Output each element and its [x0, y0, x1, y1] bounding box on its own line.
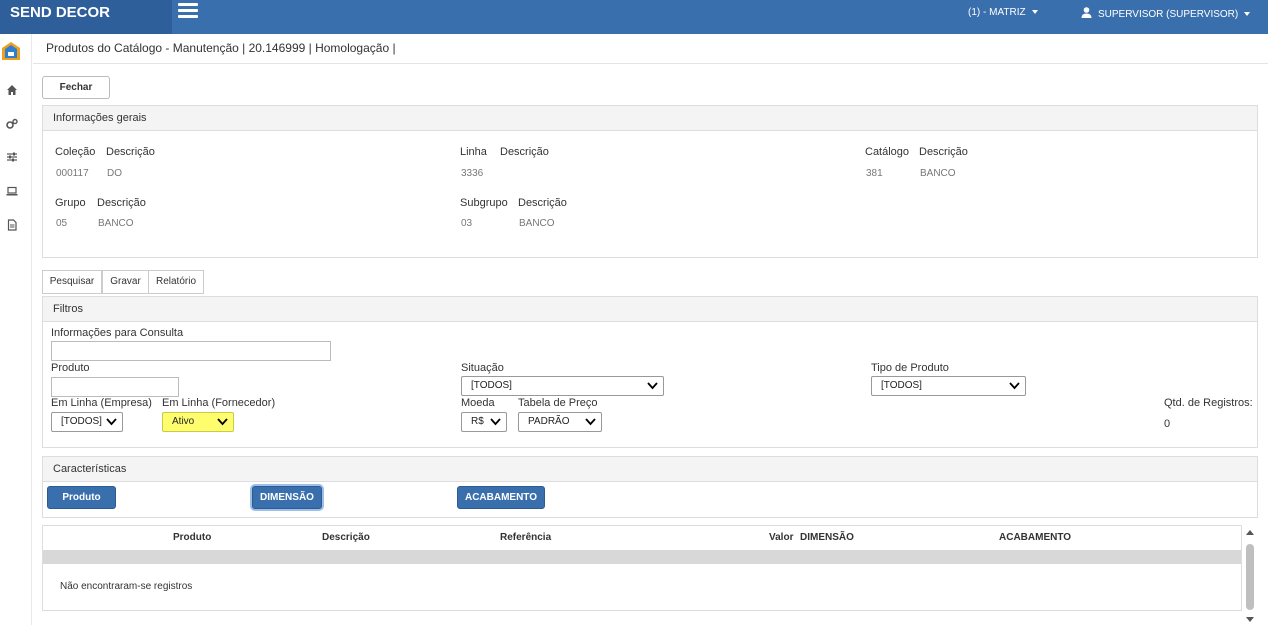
linha-empresa-label: Em Linha (Empresa) [51, 397, 152, 409]
qtd-registros-label: Qtd. de Registros: [1164, 397, 1253, 409]
top-bar: SEND DECOR (1) - MATRIZ SUPERVISOR (SUPE… [0, 0, 1268, 34]
moeda-value: R$ [471, 416, 484, 427]
situacao-label: Situação [461, 362, 504, 374]
catalogo-desc-label: Descrição [919, 146, 968, 158]
panel-title: Filtros [43, 297, 1257, 322]
characteristics-panel: Características Produto DIMENSÃO ACABAME… [42, 456, 1258, 518]
linha-label: Linha [460, 146, 487, 158]
catalogo-label: Catálogo [865, 146, 910, 158]
column-header-produto[interactable]: Produto [173, 532, 211, 543]
grupo-desc-value: BANCO [98, 218, 134, 229]
scroll-down-icon[interactable] [1246, 617, 1254, 622]
chevron-down-icon [217, 418, 228, 426]
column-header-descricao[interactable]: Descrição [322, 532, 370, 543]
dimensao-button[interactable]: DIMENSÃO [252, 486, 322, 509]
brand-logo[interactable]: SEND DECOR [0, 0, 172, 34]
linha-empresa-value: [TODOS] [61, 416, 102, 427]
produto-button[interactable]: Produto [47, 486, 116, 509]
general-info-panel: Informações gerais Coleção Descrição 000… [42, 105, 1258, 258]
column-header-referencia[interactable]: Referência [500, 532, 551, 543]
close-button[interactable]: Fechar [42, 76, 110, 99]
column-header-valor[interactable]: Valor [769, 532, 793, 543]
linha-fornecedor-select[interactable]: Ativo [162, 412, 234, 432]
subgrupo-value: 03 [461, 218, 473, 229]
colecao-label: Coleção [55, 146, 96, 158]
chevron-down-icon [585, 418, 596, 426]
vertical-scrollbar[interactable] [1243, 525, 1256, 625]
produto-input[interactable] [51, 377, 179, 397]
moeda-select[interactable]: R$ [461, 412, 507, 432]
colecao-value: 000117 [56, 168, 89, 179]
header-separator [43, 550, 1241, 564]
chevron-down-icon [1009, 382, 1020, 390]
page-title: Produtos do Catálogo - Manutenção | 20.1… [46, 41, 396, 55]
document-icon[interactable] [6, 219, 18, 231]
panel-title: Características [43, 457, 1257, 482]
consulta-label: Informações para Consulta [51, 327, 184, 339]
scroll-up-icon[interactable] [1246, 530, 1254, 535]
grupo-value: 05 [56, 218, 68, 229]
user-icon [1081, 7, 1092, 18]
menu-toggle-icon[interactable] [178, 3, 198, 19]
divider [33, 63, 1268, 64]
tipo-produto-value: [TODOS] [881, 380, 922, 391]
moeda-label: Moeda [461, 397, 495, 409]
user-label: SUPERVISOR (SUPERVISOR) [1098, 9, 1239, 20]
subgrupo-label: Subgrupo [460, 197, 508, 209]
situacao-select[interactable]: [TODOS] [461, 376, 664, 396]
user-menu[interactable]: SUPERVISOR (SUPERVISOR) [1081, 7, 1251, 20]
tab-relatorio[interactable]: Relatório [148, 270, 204, 294]
consulta-input[interactable] [51, 341, 331, 361]
results-grid: Produto Descrição Referência Valor DIMEN… [42, 525, 1242, 611]
tabela-preco-value: PADRÃO [528, 416, 570, 427]
linha-empresa-select[interactable]: [TODOS] [51, 412, 123, 432]
produto-label: Produto [51, 362, 90, 374]
column-header-dimensao[interactable]: DIMENSÃO [800, 532, 854, 543]
column-header-acabamento[interactable]: ACABAMENTO [999, 532, 1071, 543]
acabamento-button[interactable]: ACABAMENTO [457, 486, 545, 509]
chevron-down-icon [647, 382, 658, 390]
linha-fornecedor-value: Ativo [172, 416, 195, 427]
empty-message: Não encontraram-se registros [60, 581, 193, 592]
qtd-registros-value: 0 [1164, 418, 1171, 430]
filters-panel: Filtros Informações para Consulta Produt… [42, 296, 1258, 448]
catalogo-value: 381 [866, 168, 883, 179]
chevron-down-icon [106, 418, 117, 426]
linha-desc-label: Descrição [500, 146, 549, 158]
linha-fornecedor-label: Em Linha (Fornecedor) [162, 397, 276, 409]
scrollbar-thumb[interactable] [1246, 544, 1254, 610]
chevron-down-icon [1031, 10, 1038, 15]
tipo-produto-label: Tipo de Produto [871, 362, 949, 374]
linha-value: 3336 [461, 168, 484, 179]
subgrupo-desc-value: BANCO [519, 218, 555, 229]
catalogo-desc-value: BANCO [920, 168, 956, 179]
tab-pesquisar[interactable]: Pesquisar [42, 270, 102, 294]
cogs-icon[interactable] [6, 118, 18, 130]
tab-gravar[interactable]: Gravar [102, 270, 149, 294]
app-logo-icon[interactable] [1, 41, 21, 63]
sliders-icon[interactable] [6, 151, 18, 163]
chevron-down-icon [1244, 12, 1251, 17]
grupo-label: Grupo [55, 197, 86, 209]
home-icon[interactable] [6, 84, 18, 96]
branch-label: (1) - MATRIZ [968, 7, 1026, 18]
grupo-desc-label: Descrição [97, 197, 146, 209]
tabela-preco-select[interactable]: PADRÃO [518, 412, 602, 432]
tabela-preco-label: Tabela de Preço [518, 397, 598, 409]
subgrupo-desc-label: Descrição [518, 197, 567, 209]
colecao-desc-value: DO [107, 168, 122, 179]
situacao-value: [TODOS] [471, 380, 512, 391]
laptop-icon[interactable] [6, 185, 18, 197]
sidebar [0, 34, 32, 625]
chevron-down-icon [490, 418, 501, 426]
colecao-desc-label: Descrição [106, 146, 155, 158]
panel-title: Informações gerais [43, 106, 1257, 131]
branch-selector[interactable]: (1) - MATRIZ [968, 7, 1038, 18]
tipo-produto-select[interactable]: [TODOS] [871, 376, 1026, 396]
